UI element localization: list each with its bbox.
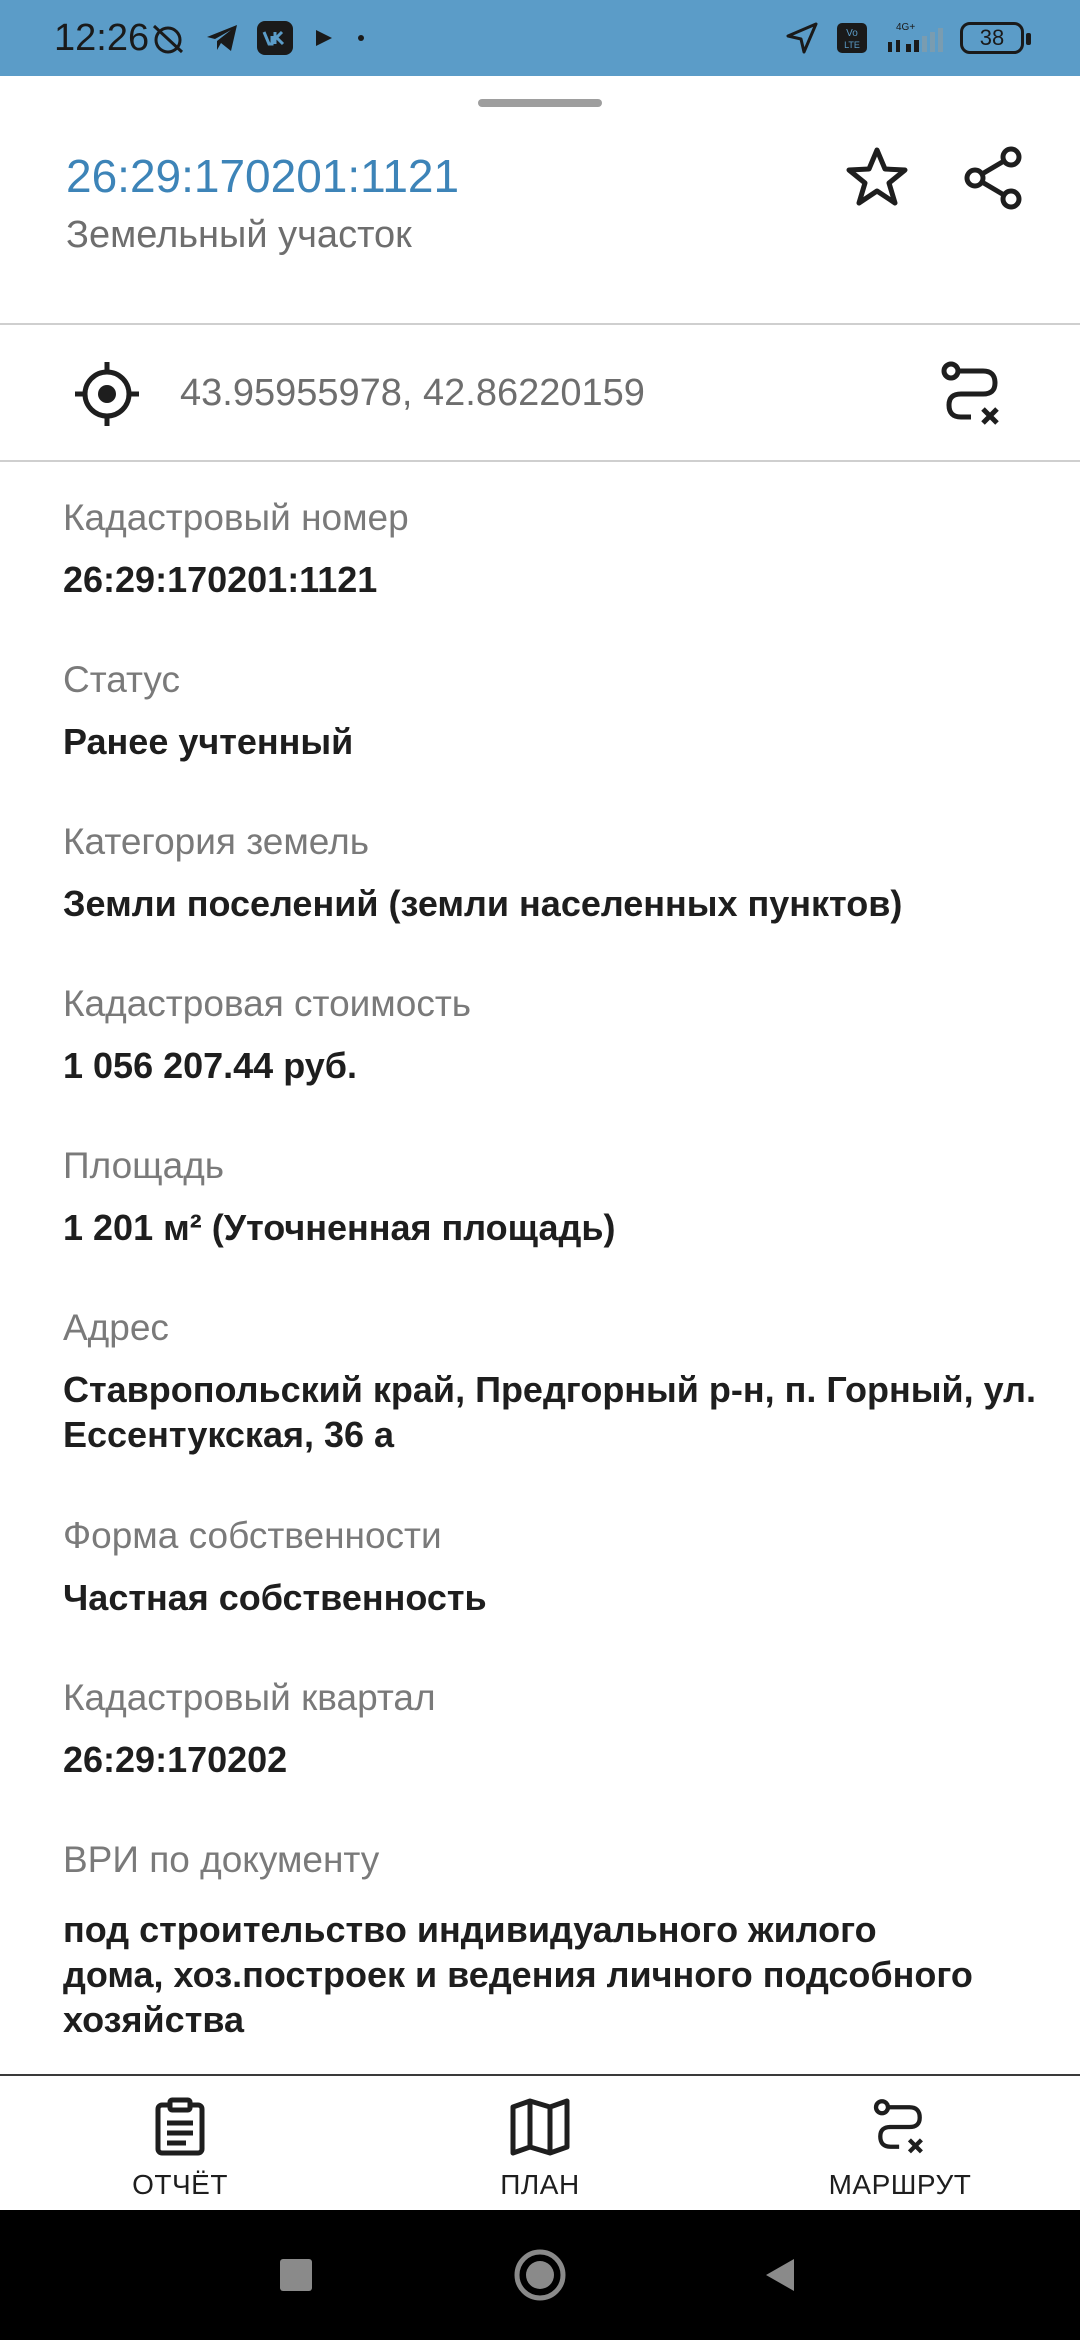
svg-text:4G+: 4G+: [896, 22, 915, 33]
field-value: Частная собственность: [63, 1577, 487, 1618]
share-icon: [964, 146, 1022, 210]
field-value: под строительство индивидуального жилого…: [63, 1907, 1073, 2042]
field-value: 26:29:170202: [63, 1739, 288, 1780]
nav-report-button[interactable]: ОТЧЁТ: [50, 2076, 310, 2212]
map-icon: [510, 2098, 570, 2156]
battery-icon: 38: [960, 22, 1031, 54]
crosshair-icon: [75, 362, 139, 426]
system-nav-bar: [0, 2210, 1080, 2340]
field-address: Адрес Ставропольский край, Предгорный р-…: [63, 1303, 1073, 1511]
nav-route-label: МАРШРУТ: [828, 2169, 972, 2200]
permitted-use-line-1: под строительство индивидуального жилого: [63, 1909, 877, 1950]
field-ownership: Форма собственности Частная собственност…: [63, 1511, 1073, 1673]
field-label: Форма собственности: [63, 1515, 442, 1556]
dot-icon: [358, 35, 364, 41]
signal-icon: 4G+: [888, 22, 943, 52]
header-divider: [0, 323, 1080, 325]
coordinates-divider: [0, 460, 1080, 462]
field-label: Статус: [63, 659, 180, 700]
field-label: Адрес: [63, 1307, 169, 1348]
field-value: 1 056 207.44 руб.: [63, 1045, 357, 1086]
nav-icon-wrap: [509, 2096, 571, 2158]
field-cadastral-quarter: Кадастровый квартал 26:29:170202: [63, 1673, 1073, 1835]
route-clear-icon: [873, 2099, 923, 2154]
circle-home-icon: [514, 2249, 566, 2301]
svg-text:LTE: LTE: [844, 40, 860, 50]
triangle-back-icon: [766, 2259, 794, 2291]
property-fields: Кадастровый номер 26:29:170201:1121 Стат…: [63, 493, 1073, 2040]
nav-plan-button[interactable]: ПЛАН: [410, 2076, 670, 2212]
location-arrow-icon: [786, 22, 818, 54]
status-notification-icons: [148, 20, 368, 56]
field-value: Ранее учтенный: [63, 721, 354, 762]
field-status: Статус Ранее учтенный: [63, 655, 1073, 817]
share-button[interactable]: [946, 130, 1042, 226]
page-subtitle: Земельный участок: [66, 214, 412, 256]
nav-plan-label: ПЛАН: [500, 2169, 580, 2200]
favorite-button[interactable]: [829, 130, 925, 226]
address-line-1: Ставропольский край, Предгорный р-н, п. …: [63, 1369, 1037, 1410]
field-label: Площадь: [63, 1145, 225, 1186]
locate-button[interactable]: [59, 346, 155, 442]
home-button[interactable]: [507, 2242, 573, 2308]
alarm-off-icon: [152, 24, 184, 54]
route-clear-icon: [941, 361, 999, 425]
field-value: 26:29:170201:1121: [63, 559, 378, 600]
play-icon: [316, 30, 332, 46]
permitted-use-line-2: дома, хоз.построек и ведения личного под…: [63, 1954, 973, 1995]
back-button[interactable]: [747, 2242, 813, 2308]
field-value: Ставропольский край, Предгорный р-н, п. …: [63, 1367, 1073, 1457]
field-cadastral-number: Кадастровый номер 26:29:170201:1121: [63, 493, 1073, 655]
address-line-2: Ессентукская, 36 а: [63, 1414, 395, 1455]
field-label: ВРИ по документу: [63, 1839, 380, 1880]
field-area: Площадь 1 201 м² (Уточненная площадь): [63, 1141, 1073, 1303]
telegram-icon: [207, 25, 237, 51]
field-permitted-use: ВРИ по документу под строительство индив…: [63, 1835, 1073, 2040]
field-label: Кадастровый номер: [63, 497, 409, 538]
field-land-category: Категория земель Земли поселений (земли …: [63, 817, 1073, 979]
star-icon: [846, 147, 908, 206]
field-value: 1 201 м² (Уточненная площадь): [63, 1207, 616, 1248]
page-title: 26:29:170201:1121: [66, 150, 460, 202]
field-value: Земли поселений (земли населенных пункто…: [63, 883, 903, 924]
volte-icon: Vo LTE: [837, 23, 867, 53]
svg-text:Vo: Vo: [846, 28, 858, 39]
nav-report-label: ОТЧЁТ: [132, 2169, 228, 2200]
route-clear-button[interactable]: [924, 346, 1020, 442]
clipboard-icon: [155, 2097, 205, 2156]
field-label: Кадастровая стоимость: [63, 983, 472, 1024]
nav-icon-wrap: [870, 2096, 930, 2158]
nav-icon-wrap: [152, 2096, 208, 2158]
status-time: 12:26: [54, 17, 150, 59]
square-icon: [280, 2259, 312, 2291]
coordinates-text[interactable]: 43.95955978, 42.86220159: [180, 368, 645, 418]
field-cadastral-value: Кадастровая стоимость 1 056 207.44 руб.: [63, 979, 1073, 1141]
status-system-icons: Vo LTE 4G+ 38: [784, 20, 1031, 56]
bottom-nav: ОТЧЁТ ПЛАН МАРШРУТ: [0, 2074, 1080, 2210]
nav-route-button[interactable]: МАРШРУТ: [770, 2076, 1030, 2212]
recents-button[interactable]: [263, 2242, 329, 2308]
field-label: Кадастровый квартал: [63, 1677, 436, 1718]
status-bar: 12:26 Vo LTE 4G+ 38: [0, 0, 1080, 76]
field-label: Категория земель: [63, 821, 370, 862]
drag-handle[interactable]: [478, 99, 602, 107]
permitted-use-line-3: хозяйства: [63, 1999, 245, 2040]
vk-icon: [257, 21, 293, 55]
